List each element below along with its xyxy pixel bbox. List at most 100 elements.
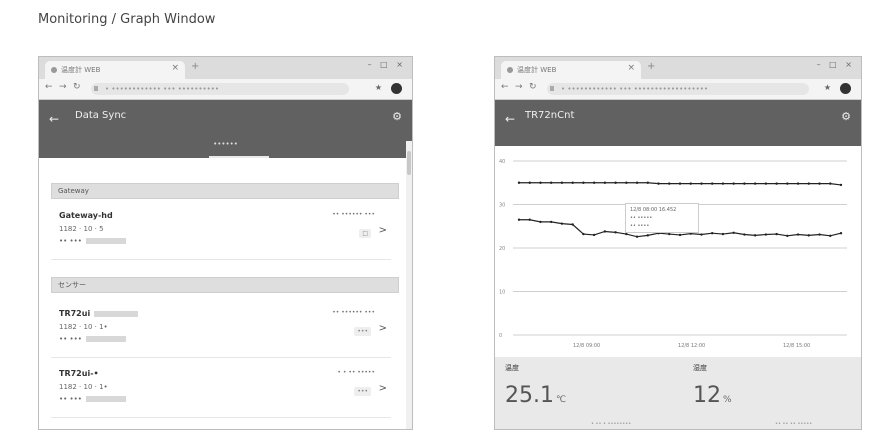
back-icon[interactable]: ←: [501, 82, 509, 92]
close-tab-icon[interactable]: ×: [171, 63, 179, 73]
profile-avatar-icon[interactable]: [391, 83, 402, 94]
device-row-sensor-2[interactable]: TR72ui-• 1182 · 10 · 1• •• ••• • • •• ••…: [51, 363, 391, 418]
series-point: [678, 233, 682, 237]
bookmark-icon[interactable]: ★: [824, 83, 831, 92]
window-controls[interactable]: – □ ×: [368, 60, 406, 69]
address-bar: ← → ↻ • •••••••••••• ••• •••••••••••••••…: [495, 79, 861, 100]
stat-value-temperature: 25.1 ℃: [505, 383, 567, 408]
series-point: [732, 231, 735, 234]
row-line-1: 1182 · 10 · 1•: [59, 383, 108, 391]
device-row-gateway[interactable]: Gateway-hd 1182 · 10 · 5 •• ••• •• •••••…: [51, 205, 391, 260]
series-point: [764, 182, 768, 185]
app-header: ← TR72nCnt ⚙: [495, 100, 861, 146]
row-line-2: •• •••: [59, 237, 126, 245]
series-point: [689, 182, 692, 185]
series-point: [528, 181, 531, 184]
reload-icon[interactable]: ↻: [73, 82, 81, 92]
row-badge: •••: [354, 387, 371, 396]
url-field[interactable]: • •••••••••••• ••• ••••••••••: [91, 83, 349, 95]
y-tick-label: 40: [499, 159, 505, 165]
page-title: Monitoring / Graph Window: [38, 12, 216, 27]
url-field[interactable]: • •••••••••••• ••• ••••••••••••••••••: [547, 83, 809, 95]
series-point: [732, 182, 735, 185]
series-point: [614, 181, 617, 184]
app-back-icon[interactable]: ←: [49, 112, 59, 126]
row-line-1: 1182 · 10 · 5: [59, 225, 104, 233]
x-tick-label: 12/8 12:00: [678, 343, 705, 349]
series-point: [721, 232, 725, 236]
chevron-right-icon[interactable]: >: [379, 323, 387, 334]
series-point: [807, 182, 810, 185]
tooltip-line-2: •• •••••: [630, 215, 653, 221]
browser-tab[interactable]: 温度計 WEB ×: [45, 61, 185, 79]
series-point: [625, 181, 628, 184]
stat-foot-humidity: •• •• •• •••••: [775, 421, 813, 427]
browser-tab[interactable]: 温度計 WEB ×: [501, 61, 641, 79]
y-tick-label: 0: [499, 333, 502, 339]
series-point: [571, 223, 574, 226]
row-line-2: •• •••: [59, 395, 126, 403]
address-bar: ← → ↻ • •••••••••••• ••• •••••••••• ★: [39, 79, 412, 100]
stat-foot-temperature: • •• • ••••••••: [591, 421, 632, 427]
series-point: [839, 232, 843, 235]
series-point: [635, 235, 639, 238]
series-point: [539, 220, 542, 224]
settings-icon[interactable]: ⚙: [392, 110, 402, 123]
bookmark-icon[interactable]: ★: [375, 83, 382, 92]
lock-icon: [550, 86, 554, 91]
series-point: [818, 182, 821, 185]
series-point: [668, 232, 671, 236]
app-back-icon[interactable]: ←: [505, 112, 515, 126]
reload-icon[interactable]: ↻: [529, 82, 537, 92]
redacted-text: [85, 396, 126, 402]
browser-tabbar: 温度計 WEB × + – □ ×: [495, 57, 861, 79]
series-point: [807, 234, 810, 237]
forward-icon[interactable]: →: [515, 82, 523, 92]
app-tab[interactable]: ••••••: [39, 140, 412, 148]
close-tab-icon[interactable]: ×: [627, 63, 635, 73]
series-point: [528, 218, 531, 221]
device-row-sensor-1[interactable]: TR72ui 1182 · 10 · 1• •• ••• •• •••••• •…: [51, 303, 391, 358]
row-name: TR72ui: [59, 309, 139, 318]
x-tick-label: 12/8 09:00: [573, 343, 600, 349]
x-tick-label: 12/8 15:00: [783, 343, 810, 349]
series-point: [829, 234, 832, 238]
stat-value-humidity: 12%: [693, 383, 732, 408]
favicon-icon: [507, 67, 513, 73]
graph-screenshot: 温度計 WEB × + – □ × ← → ↻ • •••••••••••• •…: [494, 56, 862, 430]
scroll-thumb[interactable]: [407, 151, 411, 175]
lock-icon: [94, 86, 98, 91]
chevron-right-icon[interactable]: >: [379, 383, 387, 394]
redacted-text: [85, 336, 126, 342]
series-point: [582, 232, 585, 236]
window-controls[interactable]: – □ ×: [817, 60, 855, 69]
new-tab-icon[interactable]: +: [647, 61, 655, 72]
series-point: [517, 218, 521, 221]
row-badge: □: [359, 229, 371, 238]
settings-icon[interactable]: ⚙: [841, 110, 851, 123]
series-point: [796, 233, 800, 236]
y-tick-label: 20: [499, 246, 505, 252]
profile-avatar-icon[interactable]: [840, 83, 851, 94]
series-point: [743, 182, 746, 185]
series-point: [539, 181, 542, 184]
series-point: [614, 231, 617, 234]
row-status: • • •• •••••: [337, 369, 375, 376]
back-icon[interactable]: ←: [45, 82, 53, 92]
scrollbar[interactable]: [406, 141, 412, 429]
row-badge: •••: [354, 327, 371, 336]
temperature-chart[interactable]: 40 30 20 10 0 12/8 09:00 12/8 12:00 12/8 15:00 …: [495, 151, 861, 357]
series-point: [711, 232, 714, 235]
series-point: [582, 181, 585, 184]
series-point: [603, 181, 607, 184]
tooltip-line-1: 12/8 08:00 16.452: [630, 207, 677, 213]
app-title: Data Sync: [75, 110, 127, 121]
series-point: [764, 233, 768, 236]
series-point: [550, 220, 553, 224]
forward-icon[interactable]: →: [59, 82, 67, 92]
chevron-right-icon[interactable]: >: [379, 225, 387, 236]
tab-indicator: [209, 156, 269, 158]
series-point: [829, 182, 832, 185]
series-point: [743, 233, 746, 236]
new-tab-icon[interactable]: +: [191, 61, 199, 72]
